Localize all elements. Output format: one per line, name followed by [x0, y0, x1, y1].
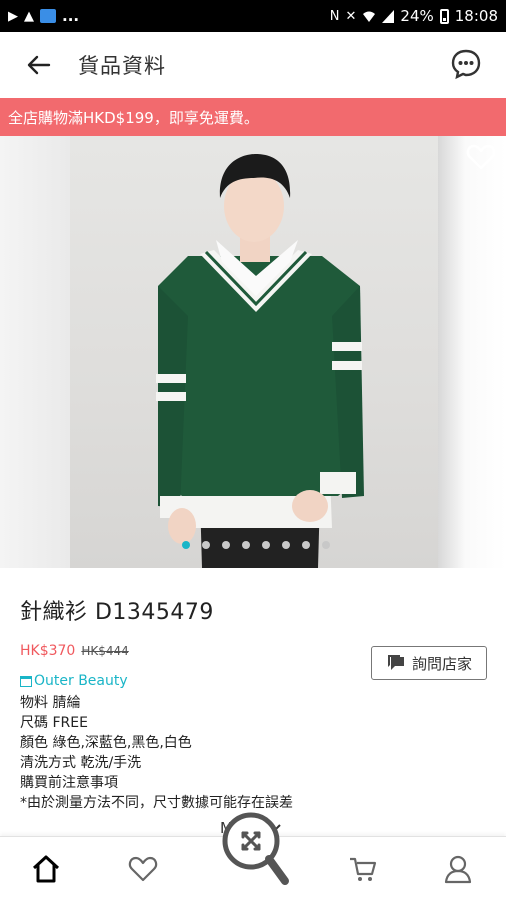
shop-name: Outer Beauty — [34, 673, 128, 689]
pagination-dot[interactable] — [262, 541, 270, 549]
battery-percent: 24% — [400, 7, 434, 25]
product-photo-illustration — [156, 154, 364, 568]
app-icon — [40, 9, 56, 23]
product-gallery[interactable] — [0, 136, 506, 568]
pagination-dot[interactable] — [222, 541, 230, 549]
bottom-nav — [0, 812, 506, 900]
price-current: HK$370 — [20, 643, 76, 659]
store-icon — [20, 675, 32, 687]
product-photo — [70, 136, 438, 568]
pagination-dot[interactable] — [242, 541, 250, 549]
home-icon — [32, 855, 60, 883]
page-title: 貨品資料 — [78, 54, 166, 78]
pagination-dot[interactable] — [202, 541, 210, 549]
heart-outline-icon — [466, 144, 496, 170]
clock: 18:08 — [454, 7, 498, 25]
ask-shop-label: 詢問店家 — [411, 654, 472, 673]
chat-button[interactable] — [450, 48, 482, 80]
ask-shop-button[interactable]: 詢問店家 — [371, 646, 487, 680]
nav-home[interactable] — [28, 851, 64, 887]
message-icon — [387, 655, 404, 670]
status-left: ▶ ▲ ... — [8, 7, 79, 25]
wifi-icon — [363, 11, 376, 22]
status-right: N ✕ 24% 18:08 — [330, 7, 498, 25]
navigation-icon: ▶ — [8, 8, 18, 24]
nav-favorites[interactable] — [125, 851, 161, 887]
gallery-next-image — [438, 136, 506, 568]
gallery-pagination — [0, 541, 506, 549]
spec-line: *由於測量方法不同，尺寸數據可能存在誤差 — [20, 795, 293, 811]
spec-line: 物料 腈綸 — [20, 695, 81, 711]
spec-line: 清洗方式 乾洗/手洗 — [20, 755, 142, 771]
spec-line: 購買前注意事項 — [20, 775, 118, 791]
product-specs: 物料 腈綸 尺碼 FREE 顏色 綠色,深藍色,黑色,白色 清洗方式 乾洗/手洗… — [20, 693, 293, 813]
shop-link[interactable]: Outer Beauty — [20, 673, 128, 689]
promo-text: 全店購物滿HKD$199，即享免運費。 — [8, 108, 259, 127]
app-header: 貨品資料 — [0, 32, 506, 98]
nav-search[interactable] — [219, 811, 291, 889]
signal-icon — [382, 9, 395, 23]
chat-bubble-icon — [451, 49, 481, 80]
pagination-dot[interactable] — [282, 541, 290, 549]
pagination-dot[interactable] — [302, 541, 310, 549]
warning-icon: ▲ — [24, 8, 34, 24]
promo-banner: 全店購物滿HKD$199，即享免運費。 — [0, 98, 506, 136]
profile-icon — [444, 855, 472, 884]
pagination-dot[interactable] — [182, 541, 190, 549]
cart-icon — [350, 857, 377, 881]
arrow-left-icon — [27, 55, 51, 75]
gallery-prev-image — [0, 136, 70, 568]
more-dots: ... — [62, 7, 80, 25]
nfc-icon: N — [329, 8, 340, 24]
heart-icon — [128, 856, 158, 882]
pagination-dot[interactable] — [322, 541, 330, 549]
product-name: 針織衫 D1345479 — [20, 600, 214, 625]
search-icon — [222, 812, 289, 885]
back-button[interactable] — [0, 32, 78, 98]
battery-icon — [439, 8, 449, 24]
status-bar: ▶ ▲ ... N ✕ 24% 18:08 — [0, 0, 506, 32]
spec-line: 顏色 綠色,深藍色,黑色,白色 — [20, 735, 192, 751]
nav-cart[interactable] — [345, 851, 381, 887]
nav-profile[interactable] — [440, 851, 476, 887]
mute-icon: ✕ — [345, 8, 357, 24]
price-row: HK$370 HK$444 — [20, 643, 129, 659]
spec-line: 尺碼 FREE — [20, 715, 88, 731]
favorite-button[interactable] — [466, 142, 496, 172]
price-original: HK$444 — [81, 644, 129, 658]
